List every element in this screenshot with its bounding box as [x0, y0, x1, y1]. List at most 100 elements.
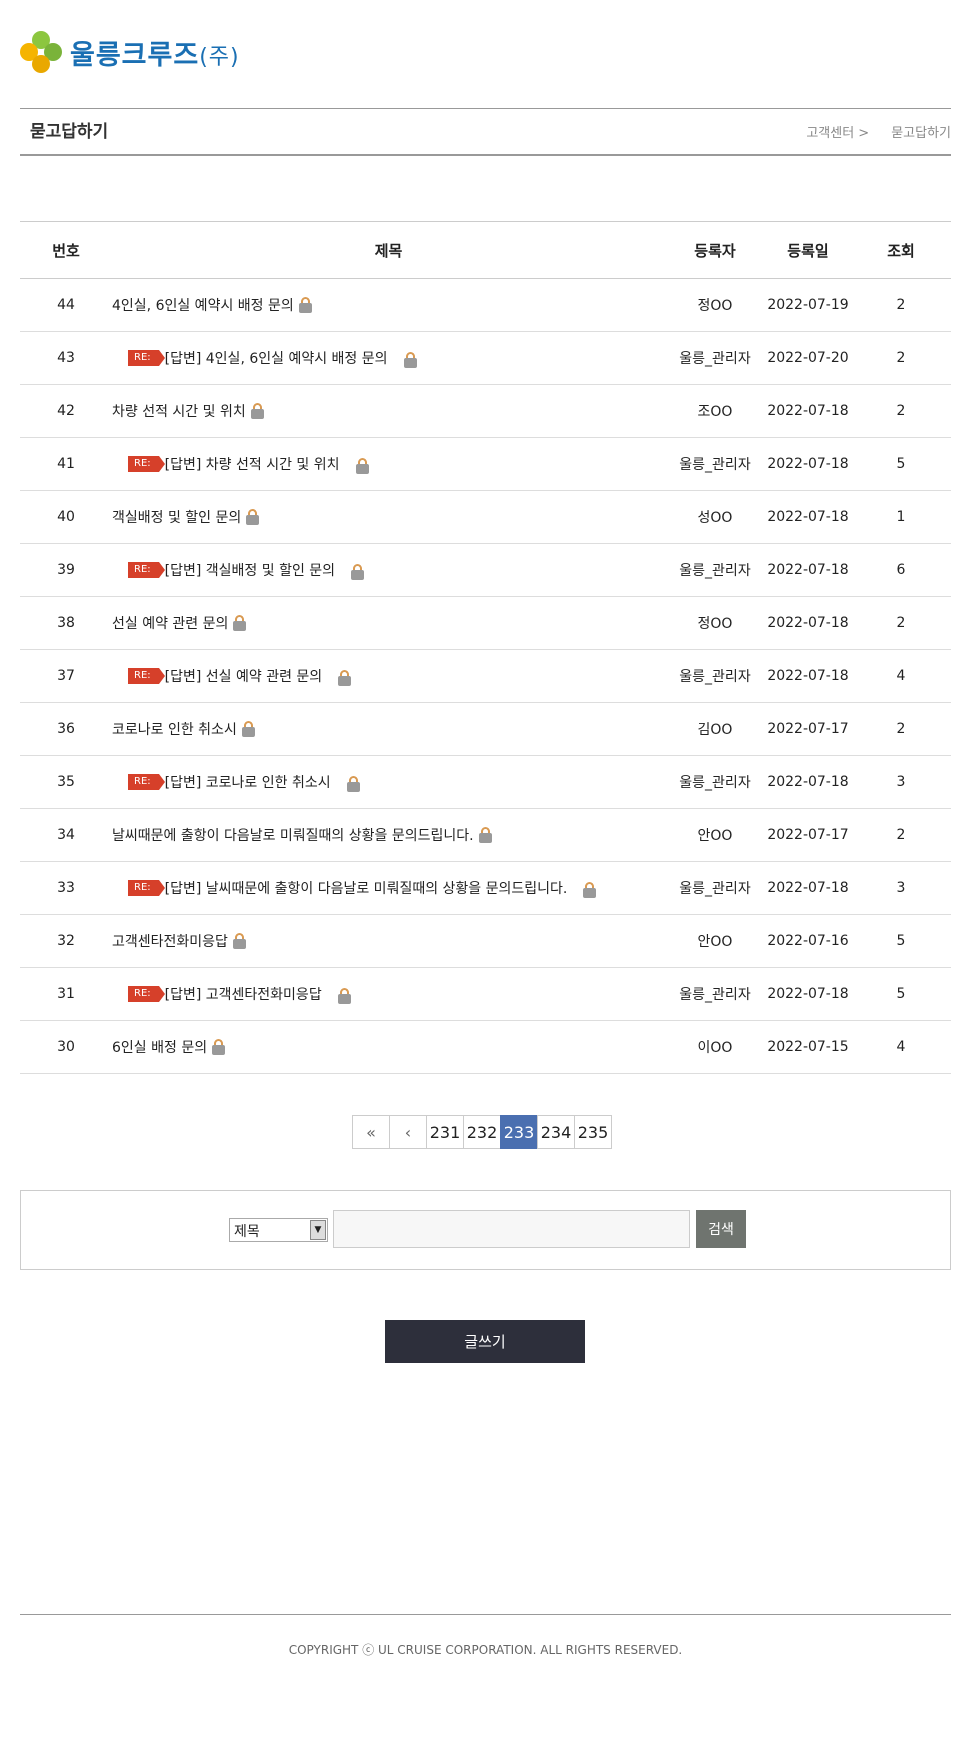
breadcrumb-item[interactable]: 고객센터 > [806, 122, 869, 141]
row-author: 울릉_관리자 [665, 437, 765, 491]
row-title-link[interactable]: 고객센타전화미응답 [112, 931, 228, 951]
row-title-cell[interactable]: RE: [답변] 4인실, 6인실 예약시 배정 문의 [112, 331, 665, 385]
table-row[interactable]: 30 6인실 배정 문의 이OO 2022-07-15 4 [20, 1020, 951, 1074]
header-title: 제목 [112, 221, 665, 279]
table-row[interactable]: 35 RE: [답변] 코로나로 인한 취소시 울릉_관리자 2022-07-18 3 [20, 755, 951, 809]
table-row[interactable]: 42 차량 선적 시간 및 위치 조OO 2022-07-18 2 [20, 384, 951, 438]
row-title-cell[interactable]: RE: [답변] 객실배정 및 할인 문의 [112, 543, 665, 597]
lock-icon [298, 297, 312, 313]
table-row[interactable]: 38 선실 예약 관련 문의 정OO 2022-07-18 2 [20, 596, 951, 650]
first-page-button[interactable]: « [352, 1115, 390, 1149]
prev-page-button[interactable]: ‹ [389, 1115, 427, 1149]
header-date: 등록일 [765, 221, 851, 279]
row-number: 34 [20, 808, 112, 862]
row-date: 2022-07-18 [765, 596, 851, 650]
row-views: 2 [851, 331, 951, 385]
row-title-link[interactable]: [답변] 객실배정 및 할인 문의 [165, 560, 335, 580]
header-number: 번호 [20, 221, 112, 279]
row-author: 이OO [665, 1020, 765, 1074]
row-title-link[interactable]: 4인실, 6인실 예약시 배정 문의 [112, 295, 294, 315]
row-views: 2 [851, 596, 951, 650]
brand-suffix: (주) [199, 44, 240, 70]
table-row[interactable]: 41 RE: [답변] 차량 선적 시간 및 위치 울릉_관리자 2022-07-18 5 [20, 437, 951, 491]
table-row[interactable]: 39 RE: [답변] 객실배정 및 할인 문의 울릉_관리자 2022-07-18 6 [20, 543, 951, 597]
search-button[interactable]: 검색 [696, 1210, 746, 1248]
row-title-link[interactable]: 객실배정 및 할인 문의 [112, 507, 241, 527]
row-title-link[interactable]: 날씨때문에 출항이 다음날로 미뤄질때의 상황을 문의드립니다. [112, 825, 474, 845]
table-row[interactable]: 44 4인실, 6인실 예약시 배정 문의 정OO 2022-07-19 2 [20, 278, 951, 332]
breadcrumb-item[interactable]: 묻고답하기 [891, 122, 951, 141]
lock-icon [250, 403, 264, 419]
row-title-link[interactable]: 코로나로 인한 취소시 [112, 719, 237, 739]
lock-icon [241, 721, 255, 737]
write-button[interactable]: 글쓰기 [385, 1320, 585, 1363]
lock-icon [583, 882, 597, 898]
row-author: 울릉_관리자 [665, 543, 765, 597]
header-author: 등록자 [665, 221, 765, 279]
lock-icon [478, 827, 492, 843]
row-title-cell[interactable]: 고객센타전화미응답 [112, 914, 665, 968]
row-title-link[interactable]: [답변] 고객센타전화미응답 [165, 984, 322, 1004]
table-row[interactable]: 33 RE: [답변] 날씨때문에 출항이 다음날로 미뤄질때의 상황을 문의드립니… [20, 861, 951, 915]
row-views: 2 [851, 808, 951, 862]
site-header: 울릉크루즈(주) [20, 30, 240, 74]
row-title-cell[interactable]: 날씨때문에 출항이 다음날로 미뤄질때의 상황을 문의드립니다. [112, 808, 665, 862]
row-title-cell[interactable]: 코로나로 인한 취소시 [112, 702, 665, 756]
row-title-cell[interactable]: RE: [답변] 고객센타전화미응답 [112, 967, 665, 1021]
page-number-button[interactable]: 232 [463, 1115, 501, 1149]
row-date: 2022-07-18 [765, 437, 851, 491]
logo-icon[interactable] [20, 31, 62, 73]
row-title-cell[interactable]: RE: [답변] 날씨때문에 출항이 다음날로 미뤄질때의 상황을 문의드립니다. [112, 861, 665, 915]
row-author: 울릉_관리자 [665, 331, 765, 385]
row-author: 조OO [665, 384, 765, 438]
table-row[interactable]: 43 RE: [답변] 4인실, 6인실 예약시 배정 문의 울릉_관리자 2022-0… [20, 331, 951, 385]
row-title-cell[interactable]: RE: [답변] 선실 예약 관련 문의 [112, 649, 665, 703]
reply-badge: RE: [128, 350, 165, 366]
brand-name: 울릉크루즈 [70, 39, 200, 71]
page-number-button[interactable]: 235 [574, 1115, 612, 1149]
row-title-link[interactable]: [답변] 차량 선적 시간 및 위치 [165, 454, 340, 474]
logo-text[interactable]: 울릉크루즈(주) [70, 33, 240, 72]
row-date: 2022-07-18 [765, 967, 851, 1021]
row-title-link[interactable]: 차량 선적 시간 및 위치 [112, 401, 246, 421]
table-row[interactable]: 34 날씨때문에 출항이 다음날로 미뤄질때의 상황을 문의드립니다. 안OO 202… [20, 808, 951, 862]
lock-icon [351, 564, 365, 580]
row-title-cell[interactable]: 차량 선적 시간 및 위치 [112, 384, 665, 438]
row-title-link[interactable]: [답변] 선실 예약 관련 문의 [165, 666, 323, 686]
table-row[interactable]: 37 RE: [답변] 선실 예약 관련 문의 울릉_관리자 2022-07-18 4 [20, 649, 951, 703]
table-row[interactable]: 31 RE: [답변] 고객센타전화미응답 울릉_관리자 2022-07-18 5 [20, 967, 951, 1021]
row-title-cell[interactable]: 6인실 배정 문의 [112, 1020, 665, 1074]
row-title-link[interactable]: [답변] 날씨때문에 출항이 다음날로 미뤄질때의 상황을 문의드립니다. [165, 878, 568, 898]
row-date: 2022-07-18 [765, 384, 851, 438]
row-date: 2022-07-15 [765, 1020, 851, 1074]
search-field-select[interactable]: 제목 ▼ [229, 1218, 328, 1242]
row-title-cell[interactable]: 선실 예약 관련 문의 [112, 596, 665, 650]
row-title-link[interactable]: [답변] 4인실, 6인실 예약시 배정 문의 [165, 348, 388, 368]
row-date: 2022-07-18 [765, 649, 851, 703]
row-views: 2 [851, 384, 951, 438]
row-number: 36 [20, 702, 112, 756]
row-views: 5 [851, 967, 951, 1021]
current-page-button[interactable]: 233 [500, 1115, 538, 1149]
table-row[interactable]: 40 객실배정 및 할인 문의 성OO 2022-07-18 1 [20, 490, 951, 544]
row-title-link[interactable]: [답변] 코로나로 인한 취소시 [165, 772, 331, 792]
row-author: 정OO [665, 596, 765, 650]
row-title-cell[interactable]: 객실배정 및 할인 문의 [112, 490, 665, 544]
row-title-cell[interactable]: 4인실, 6인실 예약시 배정 문의 [112, 278, 665, 332]
row-number: 40 [20, 490, 112, 544]
table-row[interactable]: 32 고객센타전화미응답 안OO 2022-07-16 5 [20, 914, 951, 968]
row-author: 울릉_관리자 [665, 967, 765, 1021]
page-number-button[interactable]: 234 [537, 1115, 575, 1149]
row-title-link[interactable]: 선실 예약 관련 문의 [112, 613, 228, 633]
row-number: 41 [20, 437, 112, 491]
row-title-cell[interactable]: RE: [답변] 차량 선적 시간 및 위치 [112, 437, 665, 491]
page-number-button[interactable]: 231 [426, 1115, 464, 1149]
chevron-down-icon[interactable]: ▼ [310, 1220, 326, 1240]
search-input[interactable] [333, 1210, 690, 1248]
row-title-cell[interactable]: RE: [답변] 코로나로 인한 취소시 [112, 755, 665, 809]
row-title-link[interactable]: 6인실 배정 문의 [112, 1037, 207, 1057]
table-row[interactable]: 36 코로나로 인한 취소시 김OO 2022-07-17 2 [20, 702, 951, 756]
row-date: 2022-07-18 [765, 490, 851, 544]
row-number: 37 [20, 649, 112, 703]
row-date: 2022-07-20 [765, 331, 851, 385]
